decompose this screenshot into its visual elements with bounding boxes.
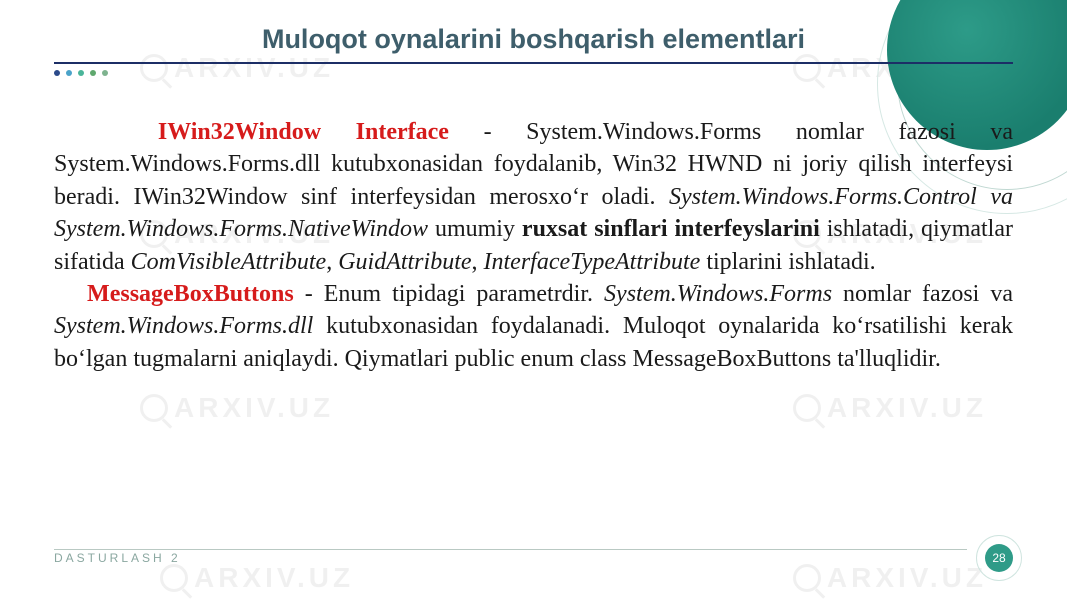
term-messageboxbuttons: MessageBoxButtons — [87, 281, 294, 307]
accent-dots — [54, 70, 108, 76]
slide-title: Muloqot oynalarini boshqarish elementlar… — [0, 24, 1067, 55]
title-underline — [54, 62, 1013, 64]
watermark: ARXIV.UZ — [793, 392, 987, 424]
watermark: ARXIV.UZ — [140, 392, 334, 424]
watermark: ARXIV.UZ — [140, 52, 334, 84]
footer-label: DASTURLASH 2 — [54, 551, 181, 565]
paragraph-2: MessageBoxButtons - Enum tipidagi parame… — [54, 278, 1013, 375]
watermark: ARXIV.UZ — [793, 52, 987, 84]
body-text: IWin32Window Interface - System.Windows.… — [54, 116, 1013, 375]
footer: DASTURLASH 2 28 — [54, 544, 1013, 572]
page-number-badge: 28 — [985, 544, 1013, 572]
paragraph-1: IWin32Window Interface - System.Windows.… — [54, 116, 1013, 278]
term-iwin32window: IWin32Window Interface — [158, 119, 449, 145]
